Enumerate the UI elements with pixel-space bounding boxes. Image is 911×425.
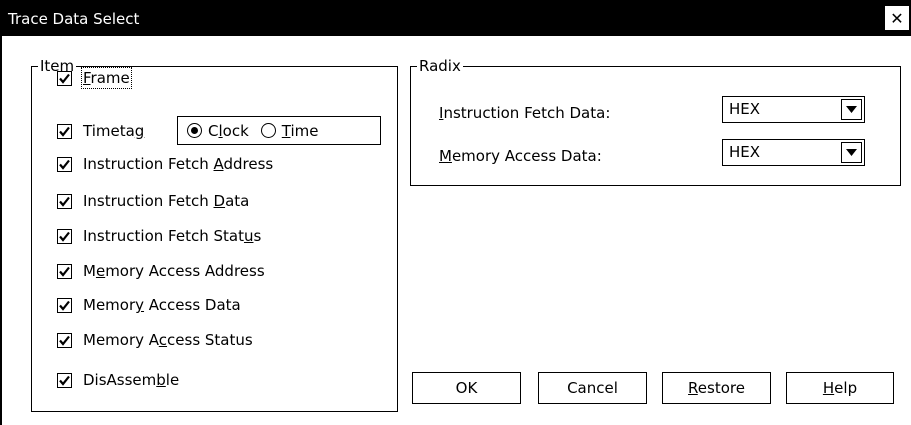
checkbox-timetag-label: Timetag — [83, 122, 145, 140]
checkbox-memory-access-address-box[interactable] — [57, 263, 72, 279]
radix-group-label: Radix — [417, 57, 463, 75]
checkbox-memory-access-status[interactable]: Memory Access Status — [57, 329, 253, 351]
help-button-label: Help — [822, 379, 858, 397]
check-icon — [59, 375, 70, 386]
cancel-button[interactable]: Cancel — [538, 372, 647, 404]
checkbox-instruction-fetch-status-label: Instruction Fetch Status — [83, 227, 262, 245]
close-button[interactable]: ✕ — [885, 6, 909, 30]
check-icon — [59, 300, 70, 311]
checkbox-memory-access-address-label: Memory Access Address — [83, 262, 265, 280]
checkbox-instruction-fetch-status[interactable]: Instruction Fetch Status — [57, 225, 261, 247]
checkbox-instruction-fetch-address-label: Instruction Fetch Address — [83, 155, 274, 173]
help-button[interactable]: Help — [786, 372, 894, 404]
checkbox-memory-access-data[interactable]: Memory Access Data — [57, 294, 241, 316]
instruction-fetch-data-value: HEX — [729, 100, 761, 118]
ok-button[interactable]: OK — [412, 372, 521, 404]
radix-group: Radix Instruction Fetch Data: HEX Memory… — [410, 57, 901, 186]
checkbox-instruction-fetch-data[interactable]: Instruction Fetch Data — [57, 190, 249, 212]
instruction-fetch-data-select[interactable]: HEX — [722, 96, 865, 123]
instruction-fetch-data-label: Instruction Fetch Data: — [439, 104, 611, 122]
close-icon: ✕ — [890, 8, 904, 28]
checkbox-memory-access-data-box[interactable] — [57, 297, 72, 313]
radio-time-label: Time — [281, 121, 319, 140]
check-icon — [59, 231, 70, 242]
timetag-mode-group: Clock Time — [177, 116, 381, 145]
checkbox-disassemble[interactable]: DisAssemble — [57, 369, 179, 391]
cancel-button-label: Cancel — [567, 379, 618, 397]
checkbox-frame-box[interactable] — [57, 70, 72, 86]
item-group: Item Frame Timetag Clock Time Instructio… — [31, 57, 398, 412]
window-title: Trace Data Select — [8, 10, 140, 28]
window-border — [0, 36, 2, 425]
ok-button-label: OK — [455, 379, 478, 397]
restore-button-label: Restore — [688, 379, 745, 397]
restore-button[interactable]: Restore — [662, 372, 771, 404]
checkbox-memory-access-status-label: Memory Access Status — [83, 331, 253, 349]
checkbox-memory-access-status-box[interactable] — [57, 332, 72, 348]
checkbox-timetag-box[interactable] — [57, 123, 72, 139]
checkbox-instruction-fetch-status-box[interactable] — [57, 228, 72, 244]
memory-access-data-dropdown-button[interactable] — [841, 142, 862, 163]
checkbox-instruction-fetch-address-box[interactable] — [57, 156, 72, 172]
radio-clock-label: Clock — [208, 121, 249, 140]
checkbox-disassemble-label: DisAssemble — [83, 371, 180, 389]
check-icon — [59, 159, 70, 170]
check-icon — [59, 73, 70, 84]
checkbox-frame-label: Frame — [81, 67, 132, 89]
check-icon — [59, 126, 70, 137]
chevron-down-icon — [846, 149, 857, 156]
radio-time-circle[interactable] — [260, 123, 276, 138]
radio-selected-dot — [191, 127, 198, 134]
memory-access-data-label: Memory Access Data: — [439, 147, 602, 165]
memory-access-data-value: HEX — [729, 143, 761, 161]
checkbox-instruction-fetch-data-label: Instruction Fetch Data — [83, 192, 250, 210]
check-icon — [59, 196, 70, 207]
radio-time[interactable]: Time — [260, 121, 319, 140]
checkbox-memory-access-data-label: Memory Access Data — [83, 296, 241, 314]
checkbox-timetag[interactable]: Timetag — [57, 120, 144, 142]
radio-clock-circle[interactable] — [187, 123, 202, 138]
checkbox-instruction-fetch-data-box[interactable] — [57, 193, 72, 209]
checkbox-instruction-fetch-address[interactable]: Instruction Fetch Address — [57, 153, 273, 175]
checkbox-frame[interactable]: Frame — [57, 67, 132, 89]
radio-clock[interactable]: Clock — [187, 122, 249, 140]
instruction-fetch-data-dropdown-button[interactable] — [841, 99, 862, 120]
memory-access-data-select[interactable]: HEX — [722, 139, 865, 166]
chevron-down-icon — [846, 106, 857, 113]
title-bar: Trace Data Select ✕ — [0, 0, 911, 36]
check-icon — [59, 266, 70, 277]
checkbox-memory-access-address[interactable]: Memory Access Address — [57, 260, 265, 282]
checkbox-disassemble-box[interactable] — [57, 372, 72, 388]
check-icon — [59, 335, 70, 346]
